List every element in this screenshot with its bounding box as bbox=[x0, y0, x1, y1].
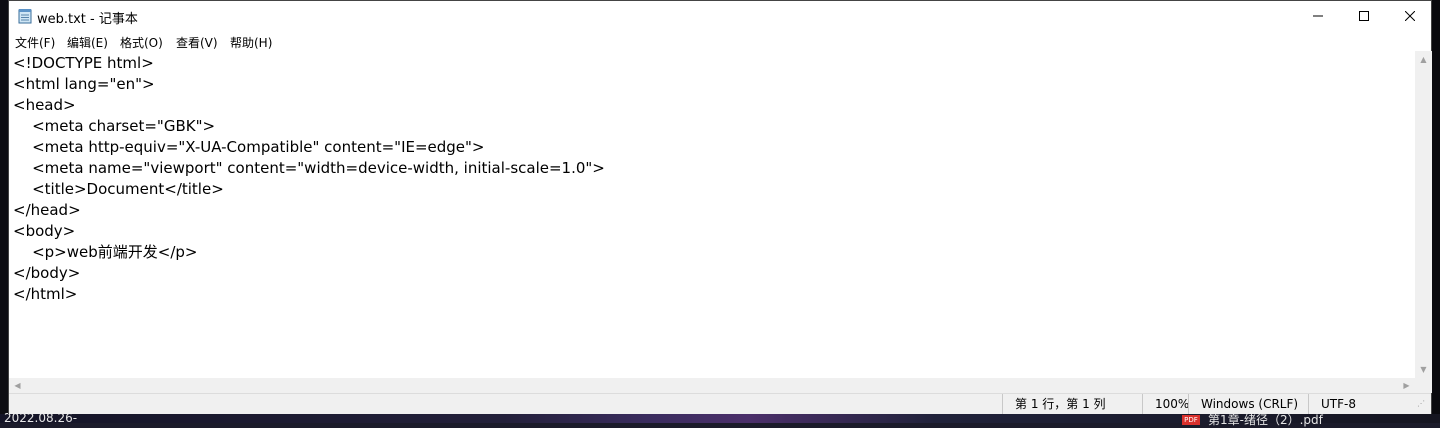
menu-edit[interactable]: 编辑(E) bbox=[67, 34, 108, 51]
scroll-right-icon[interactable]: ▶ bbox=[1398, 378, 1415, 393]
desktop-right-edge bbox=[1432, 0, 1440, 423]
title-bar[interactable]: web.txt - 记事本 bbox=[9, 1, 1431, 31]
maximize-button[interactable] bbox=[1341, 1, 1387, 31]
minimize-button[interactable] bbox=[1295, 1, 1341, 31]
scroll-down-icon[interactable]: ▼ bbox=[1415, 361, 1432, 378]
close-button[interactable] bbox=[1387, 1, 1433, 31]
menu-view[interactable]: 查看(V) bbox=[176, 34, 218, 51]
pdf-file-icon: PDF bbox=[1182, 414, 1200, 425]
notepad-icon bbox=[18, 9, 32, 24]
line-ending: Windows (CRLF) bbox=[1188, 394, 1308, 414]
close-icon bbox=[1405, 11, 1415, 21]
notepad-window: web.txt - 记事本 文件(F) 编辑(E) 格式(O) 查看(V) 帮助… bbox=[8, 0, 1432, 414]
window-title: web.txt - 记事本 bbox=[37, 12, 138, 27]
zoom-level: 100% bbox=[1142, 394, 1189, 414]
scrollbar-corner bbox=[1415, 378, 1432, 393]
cursor-position: 第 1 行，第 1 列 bbox=[1002, 394, 1142, 414]
maximize-icon bbox=[1359, 11, 1369, 21]
editor-content[interactable]: <!DOCTYPE html> <html lang="en"> <head> … bbox=[13, 53, 605, 305]
text-encoding: UTF-8 bbox=[1308, 394, 1408, 414]
vertical-scrollbar[interactable]: ▲ ▼ bbox=[1415, 51, 1432, 378]
text-editor[interactable]: <!DOCTYPE html> <html lang="en"> <head> … bbox=[9, 51, 1415, 378]
horizontal-scrollbar[interactable]: ◀ ▶ bbox=[9, 378, 1415, 393]
scroll-up-icon[interactable]: ▲ bbox=[1415, 51, 1432, 68]
menu-format[interactable]: 格式(O) bbox=[120, 34, 163, 51]
menu-help[interactable]: 帮助(H) bbox=[230, 34, 272, 51]
desktop-left-edge bbox=[0, 0, 8, 423]
resize-grip-icon[interactable]: ⋰ bbox=[1417, 399, 1427, 411]
scroll-left-icon[interactable]: ◀ bbox=[9, 378, 26, 393]
menu-bar: 文件(F) 编辑(E) 格式(O) 查看(V) 帮助(H) bbox=[9, 31, 1431, 51]
minimize-icon bbox=[1313, 15, 1323, 17]
menu-file[interactable]: 文件(F) bbox=[15, 34, 55, 51]
status-bar: 第 1 行，第 1 列 100% Windows (CRLF) UTF-8 ⋰ bbox=[9, 393, 1431, 414]
